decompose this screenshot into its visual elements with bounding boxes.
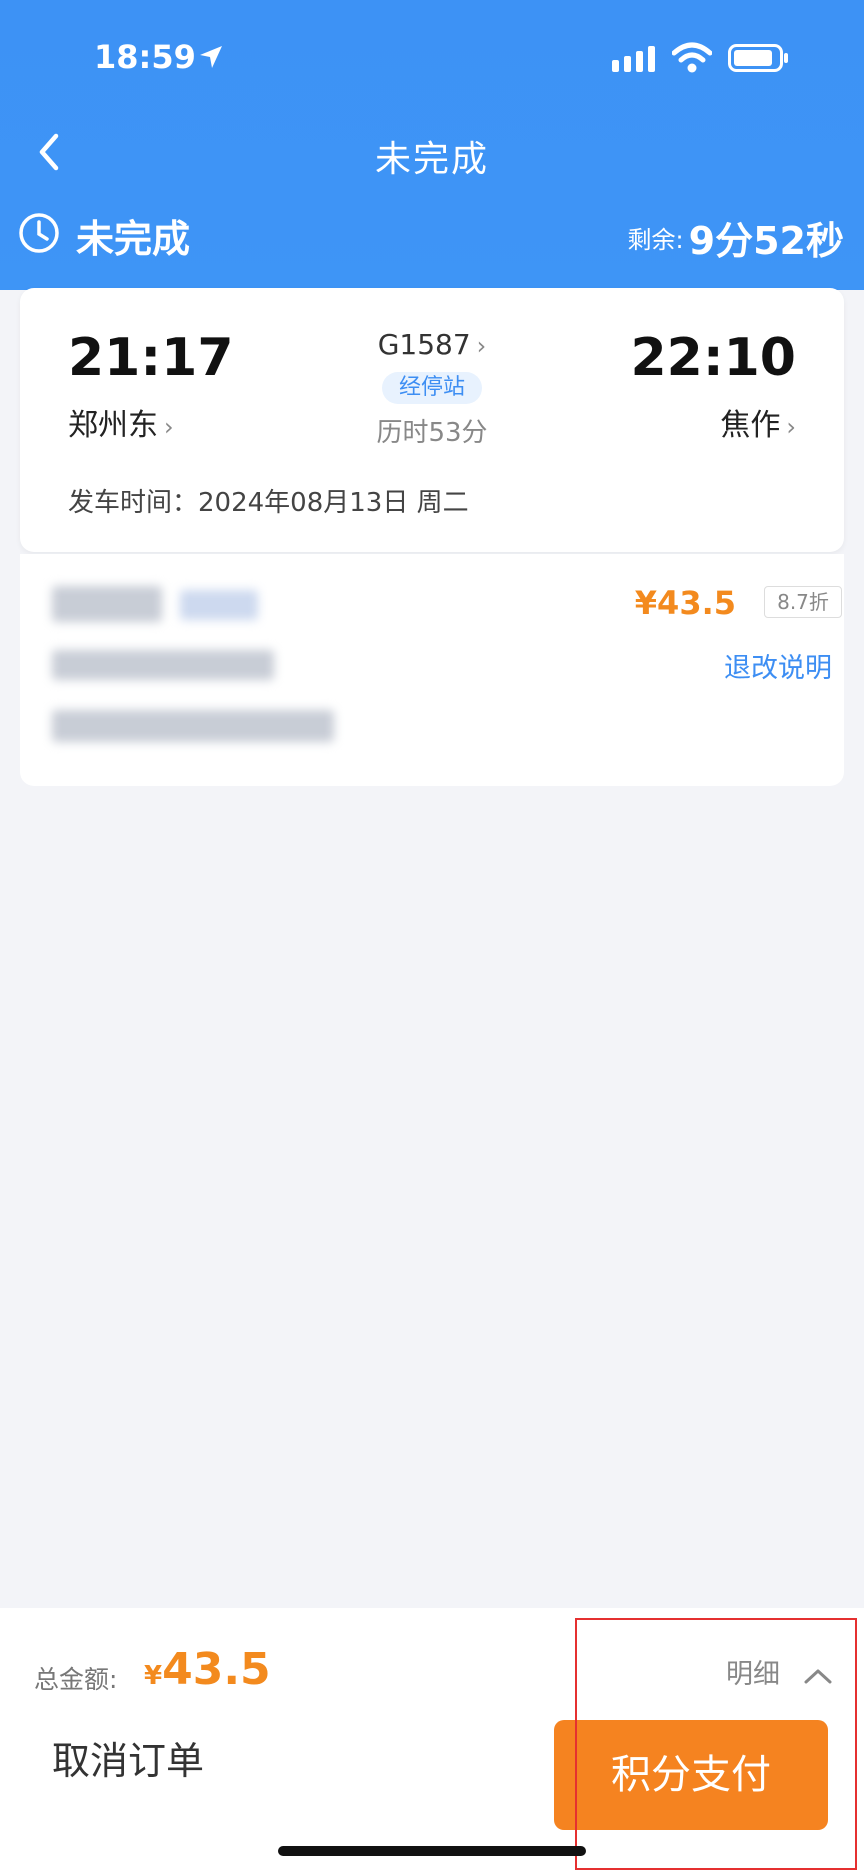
signal-icon (612, 46, 655, 72)
nav-bar: 未完成 (0, 120, 864, 186)
refund-policy-link[interactable]: 退改说明 (724, 646, 832, 685)
chevron-right-icon: › (476, 332, 487, 360)
countdown-label: 剩余: (627, 226, 684, 254)
departure-date: 发车时间：2024年08月13日 周二 (68, 488, 469, 518)
home-indicator (278, 1846, 586, 1856)
chevron-right-icon: › (786, 413, 796, 441)
arrival-time: 22:10 (630, 328, 796, 388)
wifi-icon (672, 42, 712, 73)
currency-symbol: ¥ (144, 1661, 163, 1691)
id-type-redacted (52, 650, 274, 680)
status-bar: 18:59 (0, 0, 864, 110)
total-amount: ¥43.5 (144, 1644, 271, 1695)
arrival-station[interactable]: 焦作 › (720, 400, 796, 444)
ticket-type-badge-redacted (180, 590, 258, 620)
countdown-value: 9分52秒 (688, 219, 844, 263)
train-number-text: G1587 (377, 328, 471, 361)
seat-info-redacted (52, 710, 334, 742)
payment-countdown: 剩余: 9分52秒 (627, 210, 844, 265)
ticket-price: ¥43.5 (634, 584, 736, 622)
battery-icon (728, 44, 788, 72)
discount-badge: 8.7折 (764, 586, 842, 618)
clock-icon (19, 213, 59, 253)
page-title: 未完成 (374, 139, 489, 180)
passenger-name-redacted (52, 586, 162, 622)
highlight-box (575, 1618, 857, 1870)
passenger-card: ¥43.5 8.7折 退改说明 (20, 554, 844, 786)
arrival-station-name: 焦作 (720, 408, 781, 443)
cancel-order-button[interactable]: 取消订单 (52, 1730, 204, 1785)
total-amount-value: 43.5 (162, 1644, 271, 1695)
total-label: 总金额: (34, 1665, 118, 1694)
trip-card: 21:17 郑州东 › G1587 › 经停站 历时53分 22:10 焦作 › 发车… (20, 288, 844, 552)
order-status-label: 未完成 (76, 217, 191, 261)
stops-button[interactable]: 经停站 (382, 372, 482, 404)
status-time: 18:59 (94, 38, 196, 76)
location-arrow-icon (200, 46, 222, 68)
